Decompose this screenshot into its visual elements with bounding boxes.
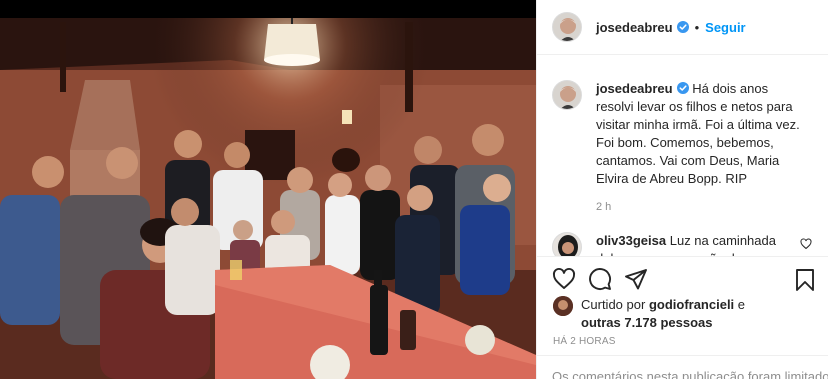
author-username[interactable]: josedeabreu xyxy=(596,20,673,35)
liker-username[interactable]: godiofrancieli xyxy=(649,297,734,312)
header-separator: • xyxy=(694,19,700,35)
comments-section[interactable]: josedeabreu Há dois anos resolvi levar o… xyxy=(537,56,828,256)
caption: josedeabreu Há dois anos resolvi levar o… xyxy=(552,80,812,216)
comments-limited-notice: Os comentários nesta publicação foram li… xyxy=(537,355,828,379)
likes-prefix: Curtido por xyxy=(581,297,646,312)
follow-button[interactable]: Seguir xyxy=(705,20,745,35)
liker-avatar-image xyxy=(553,296,573,316)
likes-text: Curtido por godiofrancieli e outras 7.17… xyxy=(581,296,745,332)
comment-like-heart-icon[interactable] xyxy=(800,238,812,250)
verified-icon xyxy=(676,21,689,33)
liker-avatar[interactable] xyxy=(553,296,573,316)
post-actions-bar xyxy=(537,256,828,300)
comment-icon[interactable] xyxy=(588,267,612,291)
bookmark-icon[interactable] xyxy=(795,268,815,292)
post-photo[interactable] xyxy=(0,0,536,379)
caption-time: 2 h xyxy=(596,201,612,213)
verified-icon xyxy=(676,82,689,94)
commenter-avatar-image xyxy=(553,233,581,256)
caption-text: Há dois anos resolvi levar os filhos e n… xyxy=(596,81,800,186)
caption-avatar-image xyxy=(553,81,581,109)
post-header: josedeabreu • Seguir xyxy=(537,0,828,55)
caption-avatar[interactable] xyxy=(552,80,582,110)
comment-body: oliv33geisa Luz na caminhada dela e paz … xyxy=(596,232,788,256)
share-icon[interactable] xyxy=(624,267,648,291)
heart-icon[interactable] xyxy=(552,267,576,291)
commenter-username[interactable]: oliv33geisa xyxy=(596,233,666,248)
caption-body: josedeabreu Há dois anos resolvi levar o… xyxy=(596,80,808,216)
likes-conj: e xyxy=(737,297,746,312)
post-timestamp[interactable]: HÁ 2 HORAS xyxy=(553,336,616,347)
post-side-panel: josedeabreu • Seguir josedeabreu Há dois… xyxy=(536,0,828,379)
likes-summary: Curtido por godiofrancieli e outras 7.17… xyxy=(553,296,745,332)
comment-item: oliv33geisa Luz na caminhada dela e paz … xyxy=(552,232,812,256)
author-avatar[interactable] xyxy=(552,12,582,42)
author-avatar-image xyxy=(553,13,581,41)
likes-others-link[interactable]: outras 7.178 pessoas xyxy=(581,315,713,330)
caption-username[interactable]: josedeabreu xyxy=(596,81,673,96)
commenter-avatar[interactable] xyxy=(552,232,582,256)
family-dinner-photo xyxy=(0,0,536,379)
